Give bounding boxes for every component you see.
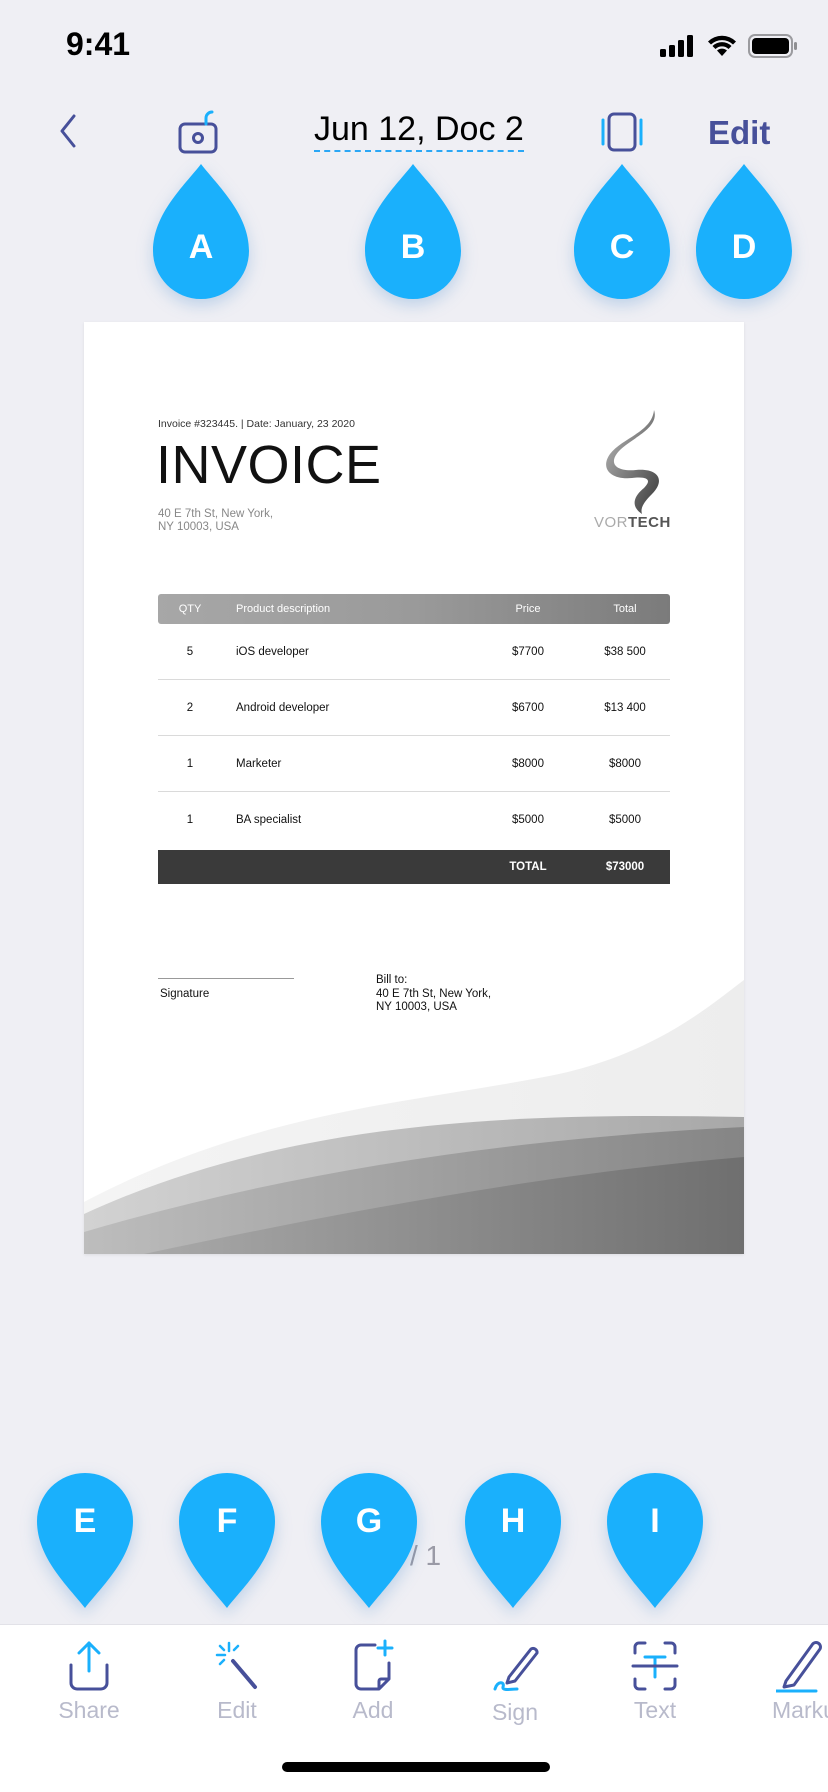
signature-label: Signature <box>160 988 210 1000</box>
cell-description: iOS developer <box>236 646 309 658</box>
table-row: 1 BA specialist $5000 $5000 <box>158 792 670 848</box>
status-time: 9:41 <box>66 26 131 62</box>
text-button[interactable]: Text <box>600 1639 710 1729</box>
cell-description: BA specialist <box>236 814 302 826</box>
markup-label: Marku <box>772 1697 828 1723</box>
invoice-meta: Invoice #323445. | Date: January, 23 202… <box>158 418 355 430</box>
table-total-row: TOTAL $73000 <box>158 850 670 884</box>
bill-to-line-1: 40 E 7th St, New York, <box>376 987 492 1000</box>
pin-g-label: G <box>355 1502 383 1540</box>
cell-price: $8000 <box>512 758 544 770</box>
cell-price: $6700 <box>512 702 544 714</box>
table-row: 5 iOS developer $7700 $38 500 <box>158 624 670 680</box>
cell-qty: 2 <box>186 702 194 714</box>
pin-e-label: E <box>73 1502 97 1540</box>
cell-total: $5000 <box>609 814 641 826</box>
header-total: Total <box>613 603 637 615</box>
markup-button[interactable]: Marku <box>744 1639 828 1729</box>
signature-line <box>158 978 294 979</box>
bill-to-line-2: NY 10003, USA <box>376 1001 457 1013</box>
pages-view-icon[interactable] <box>598 108 646 156</box>
table-header: QTY Product description Price Total <box>158 594 670 624</box>
total-label: TOTAL <box>509 861 547 873</box>
wifi-icon <box>708 35 736 56</box>
cell-total: $13 400 <box>604 702 646 714</box>
address-line-1: 40 E 7th St, New York, <box>158 508 274 520</box>
header-qty: QTY <box>178 603 202 615</box>
pin-g: G <box>316 1468 422 1608</box>
magic-wand-icon <box>215 1641 257 1689</box>
invoice-address: 40 E 7th St, New York, NY 10003, USA <box>158 508 273 534</box>
cell-description: Android developer <box>236 702 330 714</box>
sign-label: Sign <box>491 1699 539 1725</box>
pin-i: I <box>602 1468 708 1608</box>
pin-d: D <box>691 164 797 304</box>
logo-text-bold: TECH <box>628 514 671 531</box>
status-bar: 9:41 <box>0 0 828 94</box>
pin-b: B <box>360 164 466 304</box>
cell-description: Marketer <box>236 758 282 770</box>
table-row: 2 Android developer $6700 $13 400 <box>158 680 670 736</box>
edit-tool-button[interactable]: Edit <box>182 1639 292 1729</box>
battery-icon <box>748 34 797 58</box>
navigation-bar: Jun 12, Doc 2 Edit <box>0 96 828 172</box>
table-row: 1 Marketer $8000 $8000 <box>158 736 670 792</box>
cell-price: $5000 <box>512 814 544 826</box>
pin-h-label: H <box>500 1502 526 1540</box>
header-description: Product description <box>236 603 331 615</box>
cell-total: $8000 <box>609 758 641 770</box>
total-value: $73000 <box>605 861 645 873</box>
rotate-icon[interactable] <box>176 108 222 156</box>
cell-total: $38 500 <box>604 646 646 658</box>
vortech-logo-icon <box>606 410 659 514</box>
marker-icon <box>776 1641 822 1693</box>
share-icon <box>69 1641 109 1691</box>
pin-a-label: A <box>188 228 214 266</box>
pin-f-label: F <box>216 1502 238 1540</box>
sign-button[interactable]: Sign <box>460 1639 570 1729</box>
cell-qty: 5 <box>186 646 194 658</box>
add-page-icon <box>354 1639 394 1691</box>
address-line-2: NY 10003, USA <box>158 521 239 533</box>
bill-to-label: Bill to: <box>376 974 408 986</box>
share-label: Share <box>58 1697 120 1723</box>
pin-f: F <box>174 1468 280 1608</box>
add-page-button[interactable]: Add <box>318 1639 428 1729</box>
pin-b-label: B <box>400 228 426 266</box>
document-title[interactable]: Jun 12, Doc 2 <box>314 110 524 152</box>
logo-text-light: VOR <box>594 514 629 531</box>
cell-price: $7700 <box>512 646 544 658</box>
bill-to: Bill to: 40 E 7th St, New York, NY 10003… <box>376 974 491 1015</box>
edit-tool-label: Edit <box>217 1697 257 1723</box>
header-price: Price <box>515 603 541 615</box>
cell-qty: 1 <box>186 758 194 770</box>
text-recognition-icon <box>631 1641 679 1691</box>
pin-a: A <box>148 164 254 304</box>
pin-e: E <box>32 1468 138 1608</box>
signal-icon <box>660 35 693 57</box>
cell-qty: 1 <box>186 814 194 826</box>
edit-button[interactable]: Edit <box>708 114 770 152</box>
pen-sign-icon <box>493 1646 539 1691</box>
logo-text: VORTECH <box>594 514 671 531</box>
home-indicator[interactable] <box>282 1762 550 1772</box>
pin-d-label: D <box>731 228 757 266</box>
share-button[interactable]: Share <box>34 1639 144 1729</box>
pin-c-label: C <box>609 228 635 266</box>
text-label: Text <box>633 1697 677 1723</box>
pin-c: C <box>569 164 675 304</box>
status-icons <box>660 34 798 58</box>
pin-h: H <box>460 1468 566 1608</box>
document-preview[interactable]: Invoice #323445. | Date: January, 23 202… <box>84 322 744 1254</box>
invoice-title: INVOICE <box>156 435 382 495</box>
pin-i-label: I <box>650 1502 660 1540</box>
back-chevron-icon[interactable] <box>52 110 92 154</box>
add-page-label: Add <box>352 1697 394 1723</box>
